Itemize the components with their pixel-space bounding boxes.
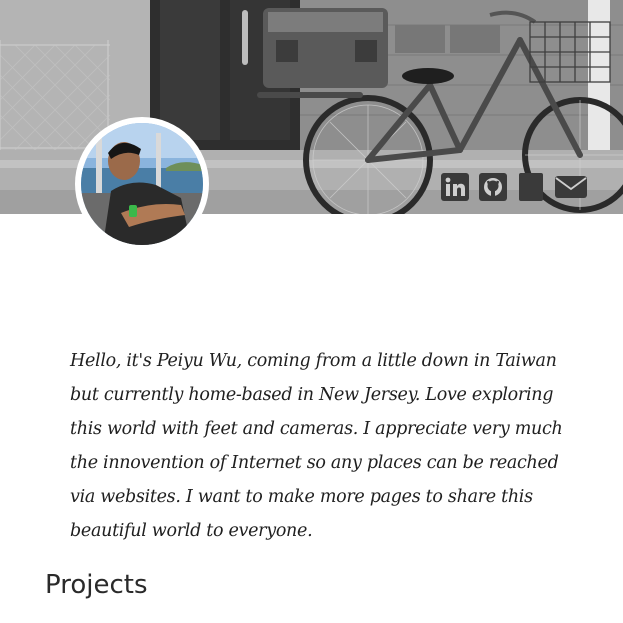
projects-heading: Projects [45, 570, 148, 600]
mail-link[interactable] [554, 172, 587, 202]
social-links [440, 172, 587, 202]
github-icon [479, 173, 507, 201]
bio-text: Hello, it's Peiyu Wu, coming from a litt… [70, 351, 563, 541]
linkedin-link[interactable] [440, 172, 470, 202]
bookmark-link[interactable] [516, 172, 546, 202]
avatar [75, 117, 209, 251]
linkedin-icon [441, 173, 469, 201]
bookmark-icon [519, 173, 543, 201]
github-link[interactable] [478, 172, 508, 202]
mail-icon [555, 176, 587, 198]
avatar-photo [81, 123, 203, 245]
